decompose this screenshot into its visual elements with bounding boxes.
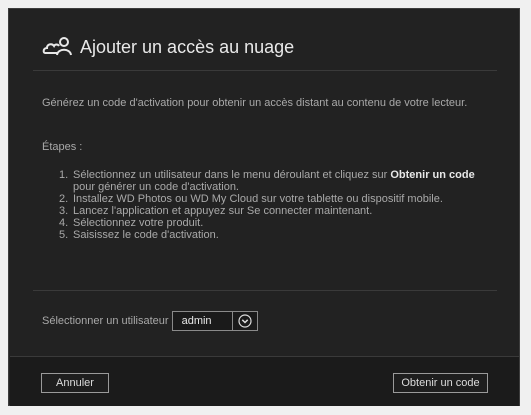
step-number: 3. [59, 205, 69, 217]
chevron-down-circle-icon [237, 314, 252, 328]
steps-divider [33, 290, 497, 291]
cloud-user-icon [42, 37, 72, 56]
step-number: 1. [59, 169, 69, 181]
step-item: 2. Installez WD Photos ou WD My Cloud su… [59, 193, 479, 205]
step-number: 2. [59, 193, 69, 205]
step-item: 3. Lancez l'application et appuyez sur S… [59, 205, 479, 217]
dialog-footer: Annuler Obtenir un code [10, 356, 519, 406]
user-select-label: Sélectionner un utilisateur [42, 315, 169, 327]
step-item: 4. Sélectionnez votre produit. [59, 217, 479, 229]
dropdown-toggle[interactable] [233, 312, 257, 330]
step-text: Saisissez le code d'activation. [73, 229, 219, 241]
cancel-button[interactable]: Annuler [41, 373, 109, 393]
user-select-dropdown[interactable]: admin [171, 311, 258, 331]
dialog-title: Ajouter un accès au nuage [80, 36, 295, 57]
step-item: 5. Saisissez le code d'activation. [59, 229, 479, 241]
add-cloud-access-dialog: Ajouter un accès au nuage Générez un cod… [8, 8, 520, 406]
step-text-part: Sélectionnez un utilisateur dans le menu… [73, 169, 391, 181]
steps-label: Étapes : [42, 141, 83, 153]
step-text: Sélectionnez votre produit. [73, 217, 204, 229]
header-divider [33, 70, 497, 71]
step-number: 5. [59, 229, 69, 241]
step-number: 4. [59, 217, 69, 229]
step-item: 1. Sélectionnez un utilisateur dans le m… [59, 169, 479, 193]
step-text: Installez WD Photos ou WD My Cloud sur v… [73, 193, 443, 205]
dialog-header: Ajouter un accès au nuage [42, 36, 294, 58]
user-select-value: admin [181, 315, 212, 327]
steps-list: 1. Sélectionnez un utilisateur dans le m… [59, 169, 479, 241]
get-code-emphasis: Obtenir un code [390, 169, 475, 181]
step-text: Lancez l'application et appuyez sur Se c… [73, 205, 373, 217]
step-text-part: pour générer un code d'activation. [73, 181, 239, 193]
step-text: Sélectionnez un utilisateur dans le menu… [73, 169, 479, 193]
user-select-row: Sélectionner un utilisateur admin [42, 311, 258, 331]
get-code-button[interactable]: Obtenir un code [393, 373, 488, 393]
intro-text: Générez un code d'activation pour obteni… [42, 97, 468, 109]
